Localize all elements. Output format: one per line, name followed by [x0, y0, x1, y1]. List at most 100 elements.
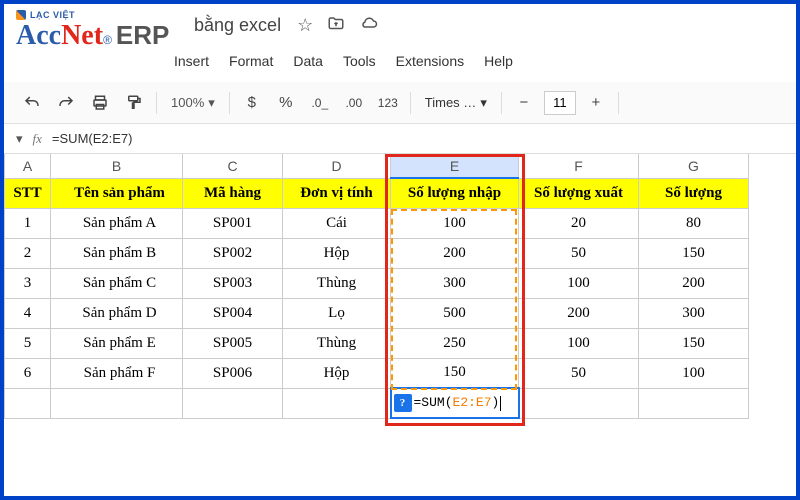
cell[interactable]: Thùng: [283, 328, 391, 358]
cell[interactable]: SP001: [183, 208, 283, 238]
cell[interactable]: 1: [5, 208, 51, 238]
hdr-name[interactable]: Tên sản phẩm: [51, 178, 183, 208]
col-header-F[interactable]: F: [519, 154, 639, 178]
hdr-bal[interactable]: Số lượng: [639, 178, 749, 208]
cell[interactable]: 100: [639, 358, 749, 388]
menu-tools[interactable]: Tools: [343, 53, 376, 69]
move-folder-icon[interactable]: [327, 15, 345, 36]
cell[interactable]: SP003: [183, 268, 283, 298]
col-header-E[interactable]: E: [391, 154, 519, 178]
formula-text[interactable]: =SUM(E2:E7): [52, 131, 133, 146]
cell[interactable]: 150: [639, 238, 749, 268]
cell[interactable]: [183, 388, 283, 418]
hdr-code[interactable]: Mã hàng: [183, 178, 283, 208]
hdr-in[interactable]: Số lượng nhập: [391, 178, 519, 208]
menu-format[interactable]: Format: [229, 53, 273, 69]
sheet-area: A B C D E F G STT Tên sản phẩm Mã hàng Đ…: [4, 154, 796, 419]
cell[interactable]: 50: [519, 358, 639, 388]
fx-icon: fx: [33, 131, 42, 147]
cell[interactable]: Sản phẩm D: [51, 298, 183, 328]
cell[interactable]: 200: [391, 238, 519, 268]
more-formats-button[interactable]: 123: [374, 89, 402, 117]
cell[interactable]: 300: [639, 298, 749, 328]
formula-hint-icon[interactable]: ?: [394, 394, 412, 412]
cloud-saved-icon[interactable]: [359, 15, 379, 36]
cell[interactable]: Cái: [283, 208, 391, 238]
cell[interactable]: 300: [391, 268, 519, 298]
cell[interactable]: [51, 388, 183, 418]
cell[interactable]: 2: [5, 238, 51, 268]
table-row: 4 Sản phẩm D SP004 Lọ 500 200 300: [5, 298, 749, 328]
cell[interactable]: Thùng: [283, 268, 391, 298]
cell[interactable]: SP006: [183, 358, 283, 388]
cell[interactable]: SP002: [183, 238, 283, 268]
paint-format-button[interactable]: [120, 89, 148, 117]
active-cell[interactable]: ? =SUM(E2:E7): [391, 388, 519, 418]
cell[interactable]: 80: [639, 208, 749, 238]
cell[interactable]: [283, 388, 391, 418]
col-header-G[interactable]: G: [639, 154, 749, 178]
cell[interactable]: [519, 388, 639, 418]
cell[interactable]: 4: [5, 298, 51, 328]
font-size-decrease[interactable]: −: [510, 89, 538, 117]
menu-insert[interactable]: Insert: [174, 53, 209, 69]
doc-title[interactable]: bằng excel: [194, 15, 281, 36]
increase-decimal-button[interactable]: .00: [340, 89, 368, 117]
undo-button[interactable]: [18, 89, 46, 117]
cell[interactable]: 100: [391, 208, 519, 238]
cell[interactable]: Lọ: [283, 298, 391, 328]
cell[interactable]: 6: [5, 358, 51, 388]
cell[interactable]: 250: [391, 328, 519, 358]
table-row: 3 Sản phẩm C SP003 Thùng 300 100 200: [5, 268, 749, 298]
currency-button[interactable]: $: [238, 89, 266, 117]
logo-erp: ERP: [116, 20, 169, 51]
chevron-down-icon: ▾: [480, 95, 487, 111]
zoom-dropdown[interactable]: 100% ▾: [165, 95, 221, 111]
font-dropdown[interactable]: Times … ▾: [419, 95, 493, 111]
cell[interactable]: 100: [519, 328, 639, 358]
cell-formula-text: =SUM(E2:E7): [412, 395, 502, 410]
col-header-C[interactable]: C: [183, 154, 283, 178]
menu-extensions[interactable]: Extensions: [396, 53, 464, 69]
name-box[interactable]: ▾: [16, 131, 23, 147]
print-button[interactable]: [86, 89, 114, 117]
cell[interactable]: 500: [391, 298, 519, 328]
cell[interactable]: 5: [5, 328, 51, 358]
cell[interactable]: Hộp: [283, 358, 391, 388]
cell[interactable]: Sản phẩm E: [51, 328, 183, 358]
cell[interactable]: SP004: [183, 298, 283, 328]
cell[interactable]: 100: [519, 268, 639, 298]
cell[interactable]: Hộp: [283, 238, 391, 268]
cell[interactable]: Sản phẩm C: [51, 268, 183, 298]
col-header-B[interactable]: B: [51, 154, 183, 178]
logo-acc: Acc: [16, 20, 61, 52]
col-header-D[interactable]: D: [283, 154, 391, 178]
cell[interactable]: 200: [519, 298, 639, 328]
cell[interactable]: 20: [519, 208, 639, 238]
cell[interactable]: Sản phẩm F: [51, 358, 183, 388]
cell[interactable]: [5, 388, 51, 418]
font-size-increase[interactable]: +: [582, 89, 610, 117]
percent-button[interactable]: %: [272, 89, 300, 117]
redo-button[interactable]: [52, 89, 80, 117]
cell[interactable]: 50: [519, 238, 639, 268]
font-size-input[interactable]: 11: [544, 91, 576, 115]
hdr-stt[interactable]: STT: [5, 178, 51, 208]
cell[interactable]: 3: [5, 268, 51, 298]
menu-help[interactable]: Help: [484, 53, 513, 69]
menu-data[interactable]: Data: [293, 53, 323, 69]
star-icon[interactable]: ☆: [297, 15, 313, 36]
hdr-out[interactable]: Số lượng xuất: [519, 178, 639, 208]
cell[interactable]: SP005: [183, 328, 283, 358]
cell[interactable]: 200: [639, 268, 749, 298]
spreadsheet[interactable]: A B C D E F G STT Tên sản phẩm Mã hàng Đ…: [4, 154, 749, 419]
cell[interactable]: Sản phẩm A: [51, 208, 183, 238]
toolbar-separator: [410, 92, 411, 114]
decrease-decimal-button[interactable]: .0_: [306, 89, 334, 117]
cell[interactable]: 150: [639, 328, 749, 358]
cell[interactable]: 150: [391, 358, 519, 388]
hdr-unit[interactable]: Đơn vị tính: [283, 178, 391, 208]
col-header-A[interactable]: A: [5, 154, 51, 178]
cell[interactable]: [639, 388, 749, 418]
cell[interactable]: Sản phẩm B: [51, 238, 183, 268]
